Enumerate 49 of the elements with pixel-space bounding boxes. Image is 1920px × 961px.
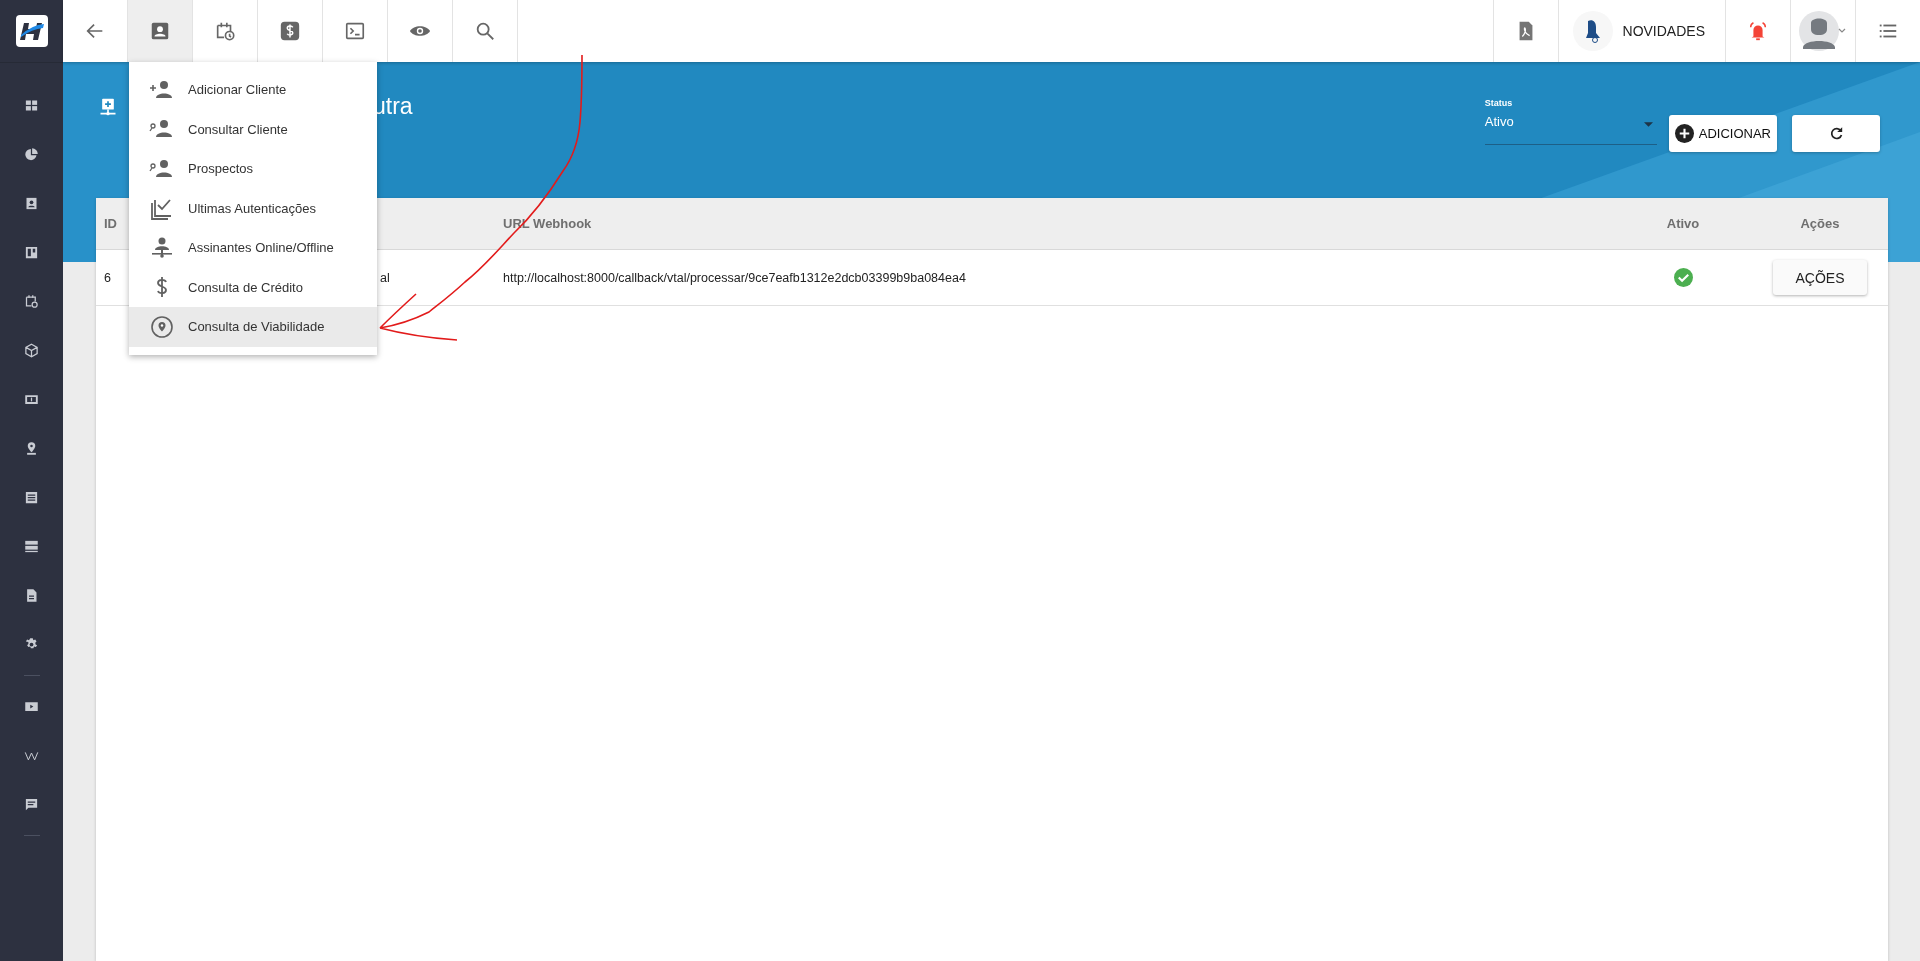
search-icon <box>474 20 496 42</box>
menu-item[interactable]: Prospectos <box>129 149 377 189</box>
sidebar-board-icon[interactable] <box>24 245 39 260</box>
sidebar-money-icon[interactable] <box>24 392 39 407</box>
status-select[interactable]: Status Ativo <box>1484 98 1657 145</box>
sidebar-cube-icon[interactable] <box>24 343 39 358</box>
column-header: ID <box>103 216 118 231</box>
menu-item[interactable]: Ultimas Autenticações <box>129 188 377 228</box>
table-cell-text: 6 <box>103 270 112 285</box>
column-header: Ativo <box>1665 216 1701 231</box>
terminal-icon <box>344 20 366 42</box>
news-button[interactable]: NOVIDADES <box>1557 0 1725 62</box>
table-cell-text: http://localhost:8000/callback/vtal/processar/9ce7eafb1312e2dcb03399b9ba084ea4 <box>502 270 967 285</box>
network-add-icon <box>98 96 118 118</box>
avatar-icon[interactable] <box>1799 11 1847 51</box>
plus-icon <box>1674 124 1694 143</box>
column-header: Ações <box>1799 216 1841 231</box>
contact-card-icon <box>149 20 171 42</box>
add-button[interactable]: ADICIONAR <box>1668 115 1777 152</box>
caret-icon <box>1643 122 1653 127</box>
menu-item[interactable]: Adicionar Cliente <box>129 70 377 110</box>
bell-icon <box>1572 11 1613 51</box>
sidebar-pin-icon[interactable] <box>24 441 39 456</box>
menu-item[interactable]: Assinantes Online/Offline <box>129 228 377 268</box>
sidebar-contact-icon[interactable] <box>24 196 39 211</box>
sidebar-list-icon[interactable] <box>24 490 39 505</box>
schedule-button[interactable] <box>193 0 258 62</box>
logo-icon[interactable] <box>15 15 48 47</box>
finance-button[interactable] <box>258 0 323 62</box>
terminal-button[interactable] <box>323 0 388 62</box>
sidebar-chat-icon[interactable] <box>24 797 39 812</box>
menu-item[interactable]: Consulta de Crédito <box>129 267 377 307</box>
menu-item[interactable]: Consultar Cliente <box>129 109 377 149</box>
menu-item[interactable]: Consulta de Viabilidade <box>129 307 377 347</box>
dollar-icon <box>279 20 301 42</box>
location-pin-icon <box>149 314 175 339</box>
person-network-icon <box>149 235 175 260</box>
sidebar-pie-icon[interactable] <box>24 147 39 162</box>
actions-button[interactable]: AÇÕES <box>1773 260 1867 295</box>
alarm-bell-icon[interactable] <box>1747 20 1769 42</box>
calendar-clock-icon <box>214 20 236 42</box>
sidebar-server-icon[interactable] <box>24 539 39 554</box>
view-button[interactable] <box>388 0 453 62</box>
sidebar-video-icon[interactable] <box>24 699 39 714</box>
sidebar-calendar-icon[interactable] <box>24 294 39 309</box>
table-cell-text: al <box>379 270 391 285</box>
sidebar-grid-icon[interactable] <box>24 98 39 113</box>
sidebar-doc-icon[interactable] <box>24 588 39 603</box>
contacts-button[interactable] <box>128 0 193 62</box>
